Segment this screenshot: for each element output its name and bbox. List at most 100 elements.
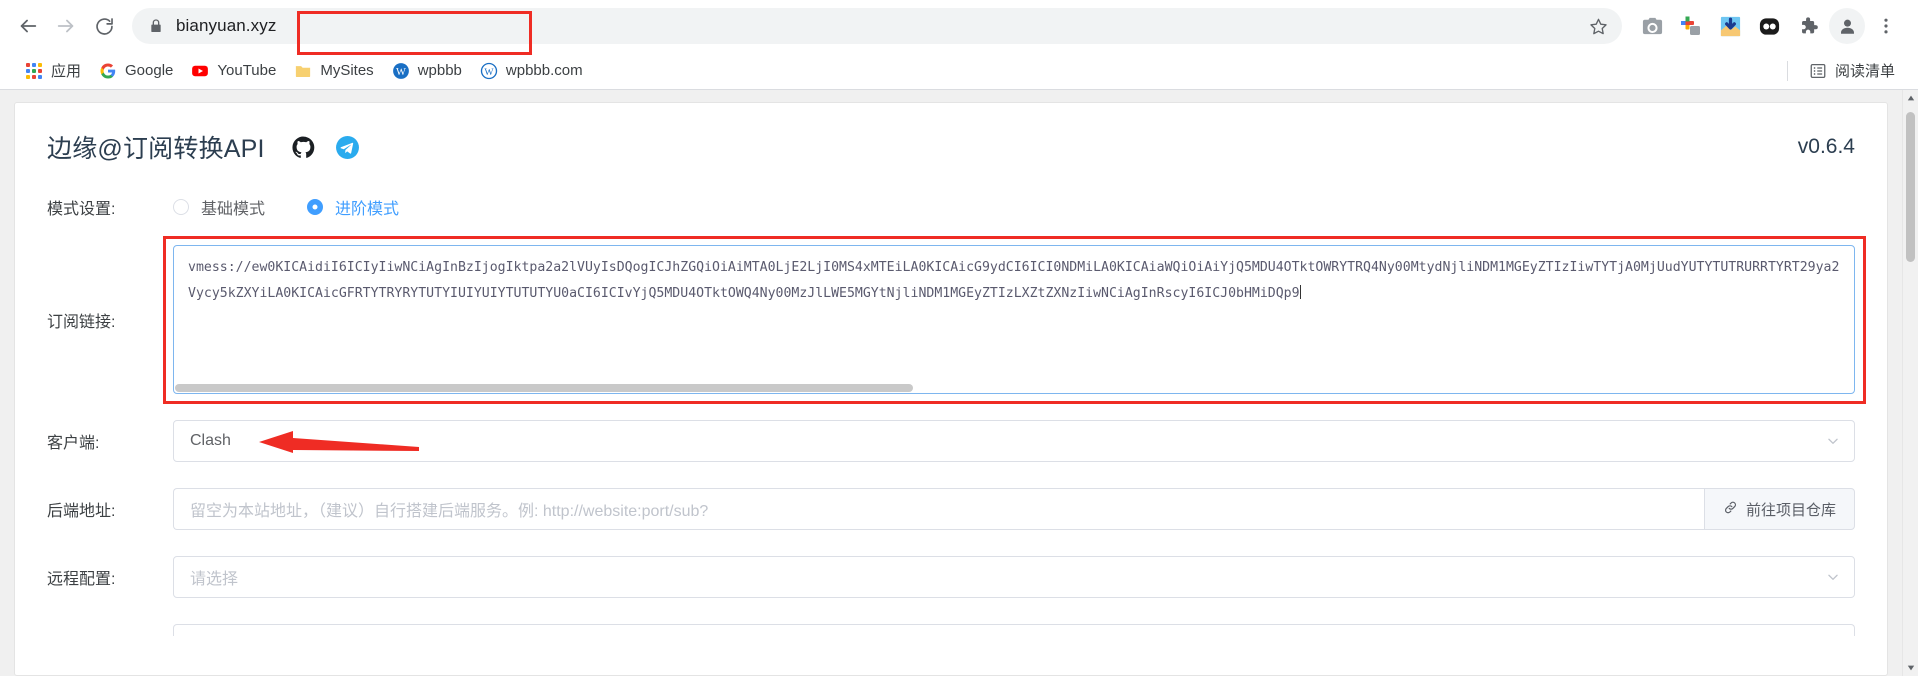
red-arrow-annotation [259, 430, 419, 459]
remote-config-label: 远程配置: [47, 571, 116, 588]
camera-icon[interactable] [1634, 8, 1670, 44]
client-label: 客户端: [47, 435, 100, 452]
back-button[interactable] [10, 8, 46, 44]
telegram-icon[interactable] [335, 134, 361, 160]
card-header: 边缘@订阅转换API v0.6.4 [47, 103, 1855, 169]
backend-label: 后端地址: [47, 503, 116, 520]
remote-config-placeholder: 请选择 [190, 571, 239, 588]
subscription-textarea-wrapper: vmess://ew0KICAidiI6ICIyIiwNCiAgInBzIjog… [163, 236, 1866, 404]
bookmark-wpbbb-com[interactable]: W wpbbb.com [471, 58, 592, 84]
chevron-down-icon [1826, 434, 1840, 448]
wordpress-blue-icon: W [392, 62, 410, 80]
colorful-plus-icon[interactable] [1673, 8, 1709, 44]
backend-placeholder: 留空为本站地址，（建议）自行搭建后端服务。例: http://website:p… [190, 503, 709, 520]
radio-circle-icon [173, 199, 189, 215]
browser-window: bianyuan.xyz 应用 Google YouTube MySites W… [0, 0, 1918, 676]
profile-avatar-icon[interactable] [1829, 8, 1865, 44]
link-icon [1723, 500, 1738, 519]
bookmark-label: YouTube [217, 62, 277, 79]
subscription-label: 订阅链接: [47, 313, 116, 331]
address-bar[interactable]: bianyuan.xyz [132, 8, 1622, 44]
backend-control: 留空为本站地址，（建议）自行搭建后端服务。例: http://website:p… [173, 488, 1855, 530]
subscription-control: vmess://ew0KICAidiI6ICIyIiwNCiAgInBzIjog… [163, 236, 1866, 404]
bookmark-mysites[interactable]: MySites [285, 58, 382, 84]
three-dot-menu-icon[interactable] [1868, 8, 1904, 44]
backend-input[interactable]: 留空为本站地址，（建议）自行搭建后端服务。例: http://website:p… [173, 488, 1704, 530]
bookmark-label: wpbbb.com [505, 62, 583, 79]
bookmark-label: wpbbb [417, 62, 462, 79]
converter-card: 边缘@订阅转换API v0.6.4 模式设置: 基础模式 进阶模式 订阅链接: … [14, 102, 1888, 676]
reload-button[interactable] [86, 8, 122, 44]
reload-icon [94, 16, 115, 37]
forward-arrow-icon [55, 15, 77, 37]
back-arrow-icon [17, 15, 39, 37]
radio-label: 基础模式 [201, 201, 266, 218]
page-scroll-area: 边缘@订阅转换API v0.6.4 模式设置: 基础模式 进阶模式 订阅链接: … [0, 90, 1902, 676]
svg-text:W: W [396, 66, 406, 77]
puzzle-icon[interactable] [1790, 8, 1826, 44]
omnibox-wrapper: bianyuan.xyz [132, 8, 1622, 55]
bookmark-label: MySites [320, 62, 374, 79]
youtube-icon [191, 62, 209, 80]
form-row-backend: 后端地址: 留空为本站地址，（建议）自行搭建后端服务。例: http://web… [47, 488, 1855, 530]
bookmark-google[interactable]: Google [90, 58, 182, 84]
radio-label: 进阶模式 [335, 201, 400, 218]
panda-icon[interactable] [1751, 8, 1787, 44]
version-label: v0.6.4 [1797, 135, 1855, 158]
bookmark-youtube[interactable]: YouTube [182, 58, 285, 84]
client-value: Clash [190, 432, 231, 449]
page-scrollbar[interactable] [1902, 90, 1918, 676]
subscription-input[interactable]: vmess://ew0KICAidiI6ICIyIiwNCiAgInBzIjog… [173, 245, 1855, 394]
header-icon-group [291, 134, 361, 160]
goto-repo-button[interactable]: 前往项目仓库 [1703, 488, 1855, 530]
radio-basic-mode[interactable]: 基础模式 [173, 195, 265, 219]
folder-icon [294, 62, 312, 80]
github-icon[interactable] [291, 134, 317, 160]
svg-text:W: W [484, 66, 494, 77]
client-select[interactable]: Clash [173, 420, 1855, 462]
textarea-resize-handle[interactable] [1840, 379, 1851, 390]
extension-icon-bar [1634, 8, 1904, 44]
form-row-mode: 模式设置: 基础模式 进阶模式 [47, 195, 1855, 219]
bookmark-label: Google [125, 62, 174, 79]
chevron-down-icon [1826, 570, 1840, 584]
scrollbar-up-arrow[interactable] [1903, 90, 1918, 106]
url-text: bianyuan.xyz [176, 16, 277, 35]
toolbar-divider [1786, 60, 1788, 81]
apps-grid-icon [25, 62, 43, 80]
reading-list-label: 阅读清单 [1834, 63, 1895, 80]
browser-toolbar: bianyuan.xyz [0, 0, 1918, 55]
reading-list-button[interactable]: 阅读清单 [1800, 56, 1904, 85]
lock-icon [148, 18, 164, 34]
star-icon[interactable] [1589, 17, 1608, 36]
backend-input-group: 留空为本站地址，（建议）自行搭建后端服务。例: http://website:p… [173, 488, 1855, 530]
scrollbar-down-arrow[interactable] [1903, 660, 1918, 676]
bookmarks-bar: 应用 Google YouTube MySites W wpbbb W wpbb… [0, 52, 1918, 90]
text-caret [1299, 285, 1301, 299]
radio-advanced-mode[interactable]: 进阶模式 [307, 195, 399, 219]
form-row-client: 客户端: Clash [47, 420, 1855, 462]
mode-control: 基础模式 进阶模式 [173, 195, 1855, 219]
scrollbar-thumb[interactable] [1906, 112, 1915, 262]
form-row-subscription: 订阅链接: vmess://ew0KICAidiI6ICIyIiwNCiAgIn… [47, 236, 1866, 404]
mode-radio-group: 基础模式 进阶模式 [173, 195, 441, 219]
client-control: Clash [173, 420, 1855, 462]
next-field-peek [173, 624, 1855, 636]
bookmark-wpbbb[interactable]: W wpbbb [383, 58, 471, 84]
bookmark-apps[interactable]: 应用 [16, 56, 90, 85]
page-title: 边缘@订阅转换API [47, 135, 265, 163]
page-viewport: 边缘@订阅转换API v0.6.4 模式设置: 基础模式 进阶模式 订阅链接: … [0, 90, 1918, 676]
forward-button[interactable] [48, 8, 84, 44]
wordpress-outline-icon: W [480, 62, 498, 80]
mode-label: 模式设置: [47, 201, 116, 218]
goto-repo-label: 前往项目仓库 [1745, 501, 1836, 519]
download-manager-icon[interactable] [1712, 8, 1748, 44]
form-row-remote-config: 远程配置: 请选择 [47, 556, 1855, 598]
bookmark-label: 应用 [51, 63, 82, 80]
remote-config-control: 请选择 [173, 556, 1855, 598]
textarea-horizontal-scrollbar[interactable] [175, 384, 1853, 392]
google-icon [99, 62, 117, 80]
radio-circle-icon [307, 199, 324, 215]
remote-config-select[interactable]: 请选择 [173, 556, 1855, 598]
subscription-value: vmess://ew0KICAidiI6ICIyIiwNCiAgInBzIjog… [188, 260, 1840, 301]
